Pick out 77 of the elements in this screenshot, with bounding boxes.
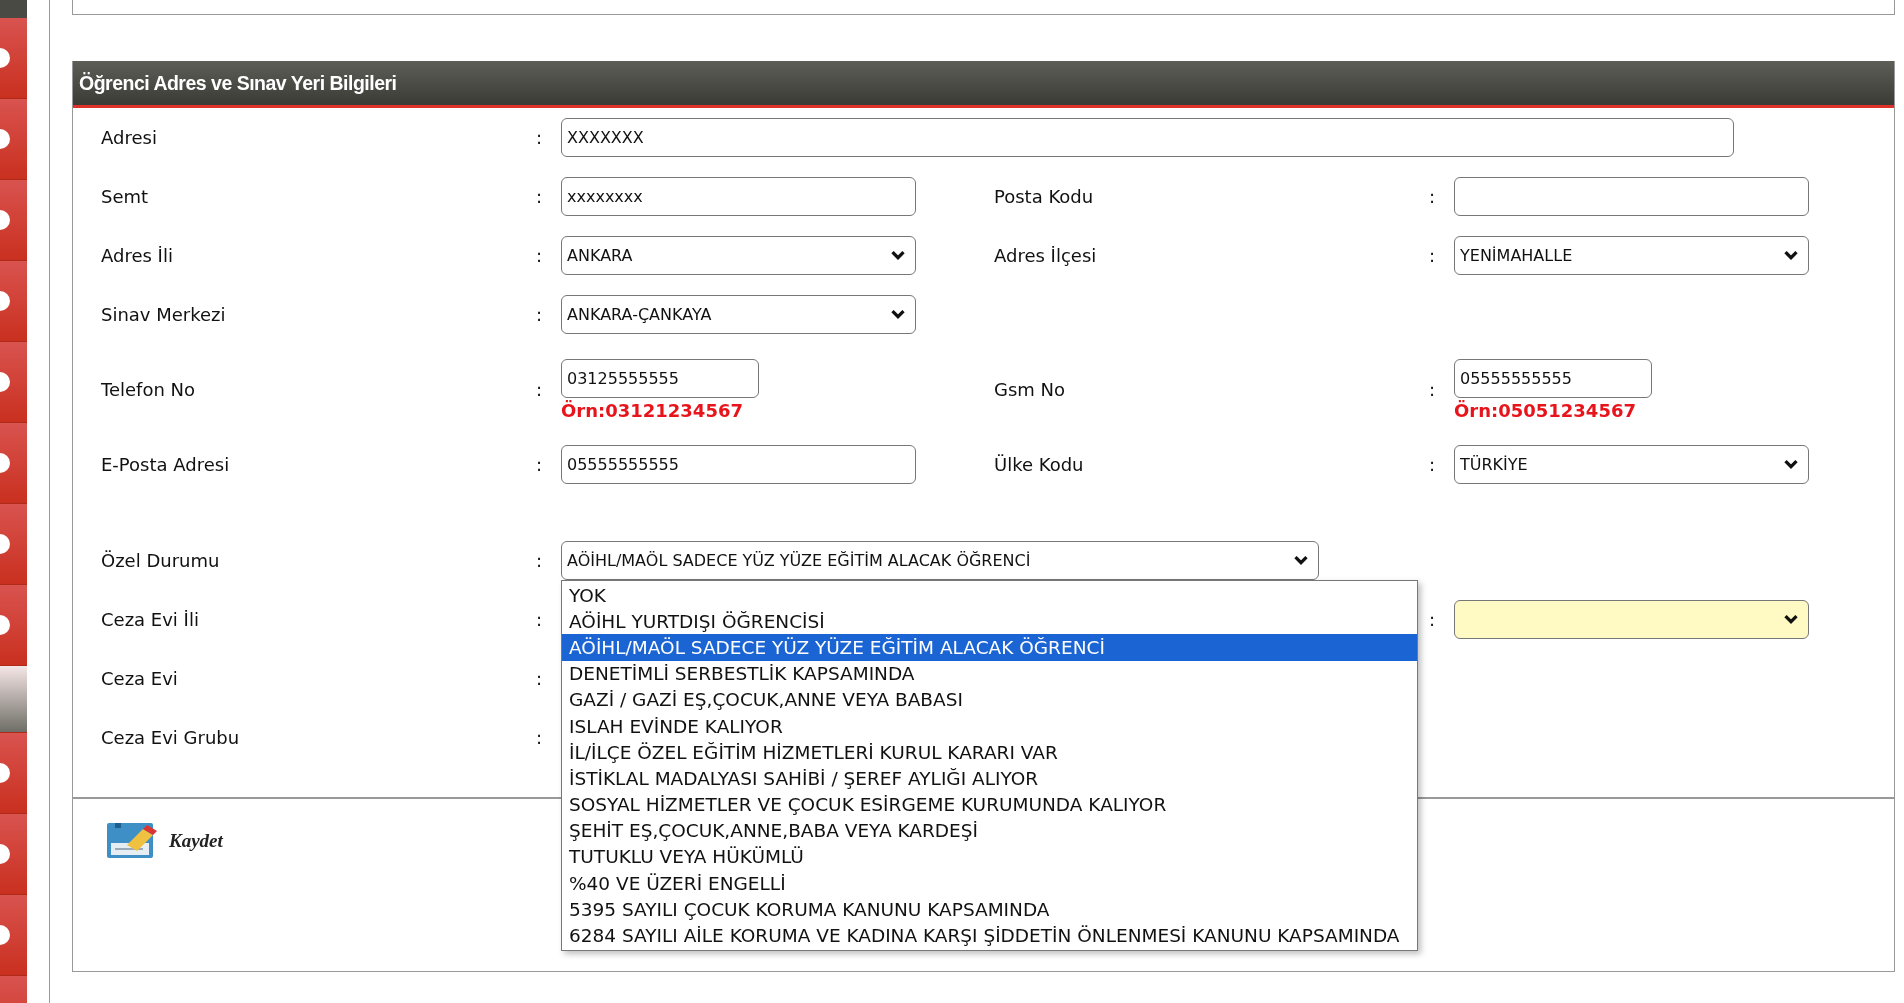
dropdown-select[interactable]: ANKARA-ÇANKAYA [561, 295, 916, 334]
dropdown-select[interactable]: AÖİHL/MAÖL SADECE YÜZ YÜZE EĞİTİM ALACAK ÖĞRENCİ [561, 541, 1319, 580]
colon-separator: : [536, 727, 544, 748]
dropdown-option[interactable]: %40 VE ÜZERİ ENGELLİ [562, 870, 1417, 897]
text-input[interactable]: 05555555555 [1454, 358, 1652, 398]
dropdown-option[interactable]: 5395 SAYILI ÇOCUK KORUMA KANUNU KAPSAMINDA [562, 896, 1417, 923]
chevron-down-icon [890, 250, 906, 261]
field-label: Gsm No [994, 379, 1067, 400]
chevron-down-icon [1783, 614, 1799, 625]
dropdown-option[interactable]: DENETİMLİ SERBESTLİK KAPSAMINDA [562, 660, 1417, 687]
field-label: Ceza Evi İli [101, 609, 200, 630]
text-input[interactable]: 03125555555 [561, 358, 759, 398]
field-label: Adresi [101, 127, 158, 148]
sidebar-tab[interactable] [0, 261, 27, 342]
dropdown-option[interactable]: ŞEHİT EŞ,ÇOCUK,ANNE,BABA VEYA KARDEŞİ [562, 817, 1417, 844]
text-input[interactable]: xxxxxxxx [561, 177, 916, 216]
section-title: Öğrenci Adres ve Sınav Yeri Bilgileri [79, 71, 397, 95]
text-input[interactable]: 05555555555 [561, 445, 916, 484]
dropdown-select[interactable]: TÜRKİYE [1454, 445, 1809, 484]
colon-separator: : [1429, 379, 1437, 400]
sidebar-tab[interactable] [0, 342, 27, 423]
field-label: Özel Durumu [101, 550, 221, 571]
dropdown-option[interactable]: GAZİ / GAZİ EŞ,ÇOCUK,ANNE VEYA BABASI [562, 686, 1417, 713]
sidebar-tab[interactable] [0, 733, 27, 814]
colon-separator: : [536, 304, 544, 325]
dropdown-option[interactable]: AÖİHL YURTDIŞI ÖĞRENCİSİ [562, 608, 1417, 635]
sidebar-tab[interactable] [0, 423, 27, 504]
colon-separator: : [536, 245, 544, 266]
colon-separator: : [536, 550, 544, 571]
dropdown-option[interactable]: TUTUKLU VEYA HÜKÜMLÜ [562, 843, 1417, 871]
dropdown-select[interactable]: YENİMAHALLE [1454, 236, 1809, 275]
field-label: Sinav Merkezi [101, 304, 227, 325]
example-hint: Örn:03121234567 [561, 399, 743, 421]
sidebar-tab[interactable] [0, 18, 27, 99]
colon-separator: : [1429, 454, 1437, 475]
sidebar-tab[interactable] [0, 814, 27, 895]
text-input[interactable]: XXXXXXX [561, 118, 1734, 157]
field-label: Ceza Evi [101, 668, 179, 689]
sidebar-tab[interactable] [0, 585, 27, 666]
chevron-down-icon [1783, 250, 1799, 261]
colon-separator: : [536, 454, 544, 475]
colon-separator: : [1429, 186, 1437, 207]
example-hint: Örn:05051234567 [1454, 399, 1636, 421]
text-input[interactable] [1454, 177, 1809, 216]
field-label: E-Posta Adresi [101, 454, 231, 475]
dropdown-select[interactable]: ANKARA [561, 236, 916, 275]
sidebar-tab[interactable] [0, 99, 27, 180]
dropdown-option[interactable]: YOK [562, 582, 1417, 609]
sidebar-tab[interactable] [0, 180, 27, 261]
chevron-down-icon [1783, 459, 1799, 470]
colon-separator: : [536, 609, 544, 630]
field-label: Semt [101, 186, 150, 207]
dropdown-option[interactable]: AÖİHL/MAÖL SADECE YÜZ YÜZE EĞİTİM ALACAK ÖĞRENCİ [562, 634, 1417, 661]
save-button[interactable]: Kaydet [105, 821, 223, 861]
field-label: Adres İlçesi [994, 245, 1098, 266]
dropdown-option[interactable]: ISLAH EVİNDE KALIYOR [562, 712, 1417, 740]
field-label: Posta Kodu [994, 186, 1095, 207]
dropdown-option[interactable]: SOSYAL HİZMETLER VE ÇOCUK ESİRGEME KURUMUNDA KALIYOR [562, 791, 1417, 818]
chevron-down-icon [1293, 555, 1309, 566]
field-label: Telefon No [101, 379, 197, 400]
sidebar-tab[interactable] [0, 895, 27, 976]
sidebar-tab[interactable] [0, 504, 27, 585]
dropdown-select[interactable] [1454, 600, 1809, 639]
dropdown-option[interactable]: 6284 SAYILI AİLE KORUMA VE KADINA KARŞI ŞİDDETİN ÖNLENMESİ KANUNU KAPSAMINDA [562, 922, 1417, 949]
field-label: Ceza Evi Grubu [101, 727, 241, 748]
colon-separator: : [536, 127, 544, 148]
field-label: Ülke Kodu [994, 454, 1085, 475]
colon-separator: : [536, 379, 544, 400]
field-label: Adres İli [101, 245, 174, 266]
chevron-down-icon [890, 309, 906, 320]
colon-separator: : [1429, 609, 1437, 630]
dropdown-option[interactable]: İL/İLÇE ÖZEL EĞİTİM HİZMETLERİ KURUL KARARI VAR [562, 739, 1417, 766]
dropdown-option[interactable]: İSTİKLAL MADALYASI SAHİBİ / ŞEREF AYLIĞI ALIYOR [562, 765, 1417, 792]
colon-separator: : [536, 186, 544, 207]
colon-separator: : [536, 668, 544, 689]
sidebar-tab[interactable] [0, 666, 27, 733]
colon-separator: : [1429, 245, 1437, 266]
